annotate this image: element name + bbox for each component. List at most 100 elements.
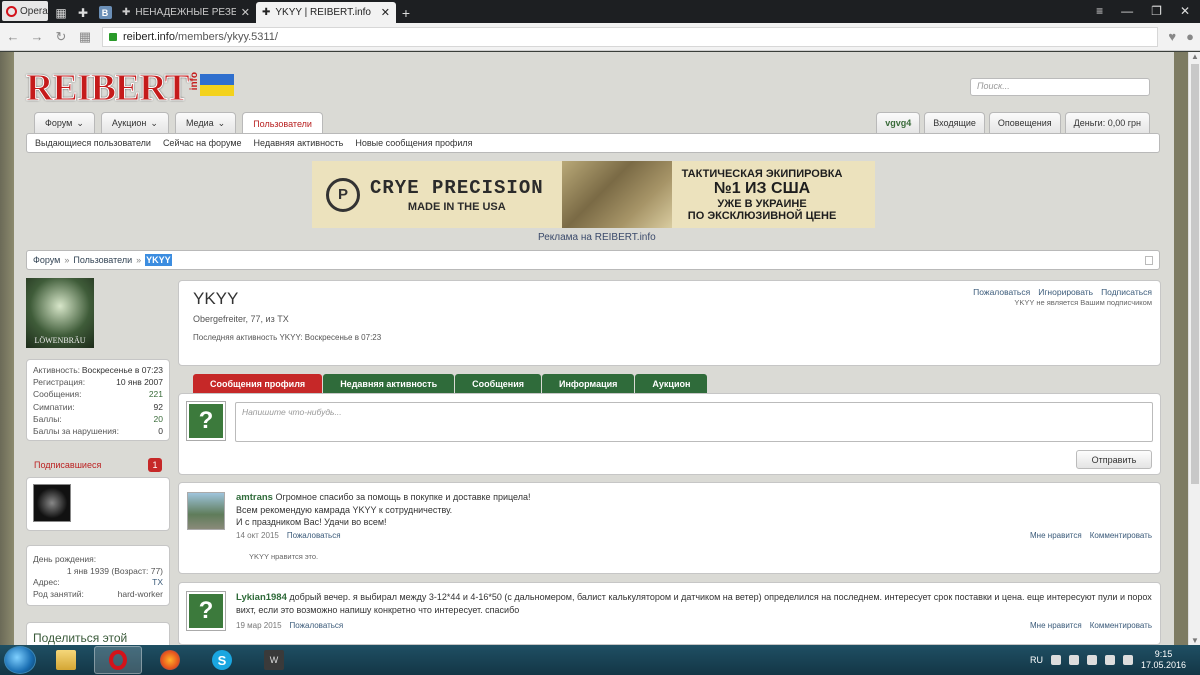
followers-heading[interactable]: Подписавшиеся — [34, 460, 101, 470]
pinned-tab-icon[interactable]: ✚ — [72, 2, 94, 23]
start-button[interactable] — [4, 646, 36, 674]
ad-made: MADE IN THE USA — [407, 200, 506, 213]
forward-arrow-icon[interactable]: → — [30, 29, 44, 44]
user-nav: vgvg4 Входящие Оповещения Деньги: 0,00 г… — [876, 112, 1150, 133]
taskbar-firefox[interactable] — [146, 646, 194, 674]
site-logo[interactable]: REIBERT info — [26, 66, 234, 110]
member-stats: Активность: Воскресенье в 07:23 Регистрац… — [26, 359, 170, 441]
post-author[interactable]: Lykian1984 — [236, 592, 287, 603]
tab-users[interactable]: Пользователи — [242, 112, 323, 134]
scroll-up-icon[interactable]: ▲ — [1191, 52, 1199, 61]
post-date[interactable]: 14 окт 2015 — [236, 531, 279, 540]
breadcrumb: Форум » Пользователи » YKYY — [26, 250, 1160, 270]
account-tab[interactable]: vgvg4 — [876, 112, 921, 133]
tab-information[interactable]: Информация — [542, 374, 635, 393]
subnav-online-now[interactable]: Сейчас на форуме — [163, 138, 242, 148]
vk-pinned-tab[interactable]: B — [94, 2, 116, 23]
maximize-icon[interactable]: ❐ — [1151, 4, 1162, 18]
grid-icon[interactable]: ▦ — [78, 29, 92, 45]
subnav-recent-activity[interactable]: Недавняя активность — [254, 138, 344, 148]
window-close-icon[interactable]: ✕ — [1180, 4, 1190, 18]
breadcrumb-separator: » — [64, 255, 70, 265]
follow-link[interactable]: Подписаться — [1101, 287, 1152, 297]
post-report-link[interactable]: Пожаловаться — [290, 621, 344, 630]
like-link[interactable]: Мне нравится — [1030, 531, 1082, 540]
stat-value[interactable]: 221 — [149, 388, 163, 400]
tab-media[interactable]: Медиа ⌄ — [174, 112, 237, 133]
tab-auction[interactable]: Аукцион ⌄ — [100, 112, 169, 133]
post-report-link[interactable]: Пожаловаться — [287, 531, 341, 540]
scroll-thumb[interactable] — [1191, 64, 1199, 484]
post-line: Огромное спасибо за помощь в покупке и д… — [275, 492, 531, 502]
close-icon[interactable]: ✕ — [381, 6, 390, 19]
post-date[interactable]: 19 мар 2015 — [236, 621, 282, 630]
taskbar-opera[interactable] — [94, 646, 142, 674]
opera-menu-button[interactable]: Opera — [2, 1, 48, 21]
follower-avatar[interactable] — [33, 484, 71, 522]
clock[interactable]: 9:15 17.05.2016 — [1141, 649, 1186, 671]
post-author[interactable]: amtrans — [236, 492, 273, 503]
new-tab-button[interactable]: + — [396, 5, 416, 21]
avatar[interactable]: LÖWENBRÄU — [26, 278, 94, 348]
url-field[interactable]: reibert.info/members/ykyy.5311/ — [102, 26, 1159, 47]
ad-caption[interactable]: Реклама на REIBERT.info — [538, 232, 656, 243]
language-indicator[interactable]: RU — [1030, 655, 1043, 665]
send-button[interactable]: Отправить — [1076, 450, 1152, 469]
money-tab[interactable]: Деньги: 0,00 грн — [1064, 112, 1150, 133]
comment-link[interactable]: Комментировать — [1090, 621, 1152, 630]
firefox-icon — [160, 650, 180, 670]
stat-value: 0 — [158, 426, 163, 437]
network-icon[interactable] — [1104, 655, 1115, 665]
bookmark-heart-icon[interactable]: ♥ — [1168, 29, 1176, 44]
address-value[interactable]: TX — [152, 577, 163, 589]
search-input[interactable]: Поиск... — [970, 78, 1150, 96]
info-row: 1 янв 1939 (Возраст: 77) — [33, 566, 163, 578]
tray-pen-icon[interactable] — [1086, 655, 1097, 665]
post-line: добрый вечер. я выбирал между 3-12*44 и … — [236, 592, 1152, 615]
speed-dial-icon[interactable]: ▦ — [50, 2, 72, 23]
breadcrumb-current[interactable]: YKYY — [145, 254, 172, 266]
stat-value[interactable]: 20 — [154, 413, 163, 425]
alerts-tab[interactable]: Оповещения — [988, 112, 1061, 133]
taskbar-explorer[interactable] — [42, 646, 90, 674]
comment-link[interactable]: Комментировать — [1090, 531, 1152, 540]
breadcrumb-users[interactable]: Пользователи — [73, 255, 132, 265]
tab-menu-icon[interactable]: ≡ — [1096, 4, 1103, 18]
tab-1[interactable]: ✚ НЕНАДЕЖНЫЕ РЕЗЕРВИСТ ✕ — [116, 2, 256, 23]
account-icon[interactable]: ● — [1186, 29, 1194, 44]
close-icon[interactable]: ✕ — [241, 6, 250, 19]
stat-row: Баллы: 20 — [33, 413, 163, 425]
volume-icon[interactable] — [1122, 655, 1133, 665]
reload-icon[interactable]: ↻ — [54, 29, 68, 45]
post-author-avatar[interactable] — [187, 492, 225, 530]
ad-banner[interactable]: P CRYE PRECISION MADE IN THE USA ТАКТИЧЕ… — [312, 161, 875, 228]
address-bar: ← → ↻ ▦ reibert.info/members/ykyy.5311/ … — [0, 23, 1200, 51]
report-link[interactable]: Пожаловаться — [973, 287, 1030, 297]
like-link[interactable]: Мне нравится — [1030, 621, 1082, 630]
subnav-notable-members[interactable]: Выдающиеся пользователи — [35, 138, 151, 148]
inbox-tab[interactable]: Входящие — [924, 112, 985, 133]
post-actions: Мне нравится Комментировать — [1030, 531, 1152, 540]
ignore-link[interactable]: Игнорировать — [1038, 287, 1093, 297]
page-scrollbar[interactable]: ▲ ▼ — [1188, 52, 1200, 645]
breadcrumb-forum[interactable]: Форум — [33, 255, 60, 265]
tab-profile-posts[interactable]: Сообщения профиля — [193, 374, 323, 393]
likes-summary[interactable]: YKYY нравится это. — [249, 552, 318, 561]
tab-2-active[interactable]: ✚ YKYY | REIBERT.info ✕ — [256, 2, 396, 23]
taskbar-skype[interactable]: S — [198, 646, 246, 674]
back-arrow-icon[interactable]: ← — [6, 29, 20, 44]
profile-header: YKYY Obergefreiter, 77, из TX Последняя … — [178, 280, 1161, 366]
unknown-avatar-icon[interactable]: ? — [186, 591, 226, 631]
tab-forum[interactable]: Форум ⌄ — [34, 112, 95, 133]
post-body: Lykian1984 добрый вечер. я выбирал между… — [236, 591, 1152, 616]
compose-textarea[interactable]: Напишите что-нибудь... — [235, 402, 1153, 442]
tray-flag-icon[interactable] — [1068, 655, 1079, 665]
tab-recent-activity[interactable]: Недавняя активность — [323, 374, 455, 393]
scroll-down-icon[interactable]: ▼ — [1191, 636, 1199, 645]
tab-auction[interactable]: Аукцион — [635, 374, 708, 393]
tab-postings[interactable]: Сообщения — [455, 374, 542, 393]
minimize-icon[interactable]: — — [1121, 4, 1133, 18]
subnav-new-profile-posts[interactable]: Новые сообщения профиля — [355, 138, 472, 148]
tray-app-icon[interactable] — [1050, 655, 1061, 665]
taskbar-wot[interactable]: W — [250, 646, 298, 674]
